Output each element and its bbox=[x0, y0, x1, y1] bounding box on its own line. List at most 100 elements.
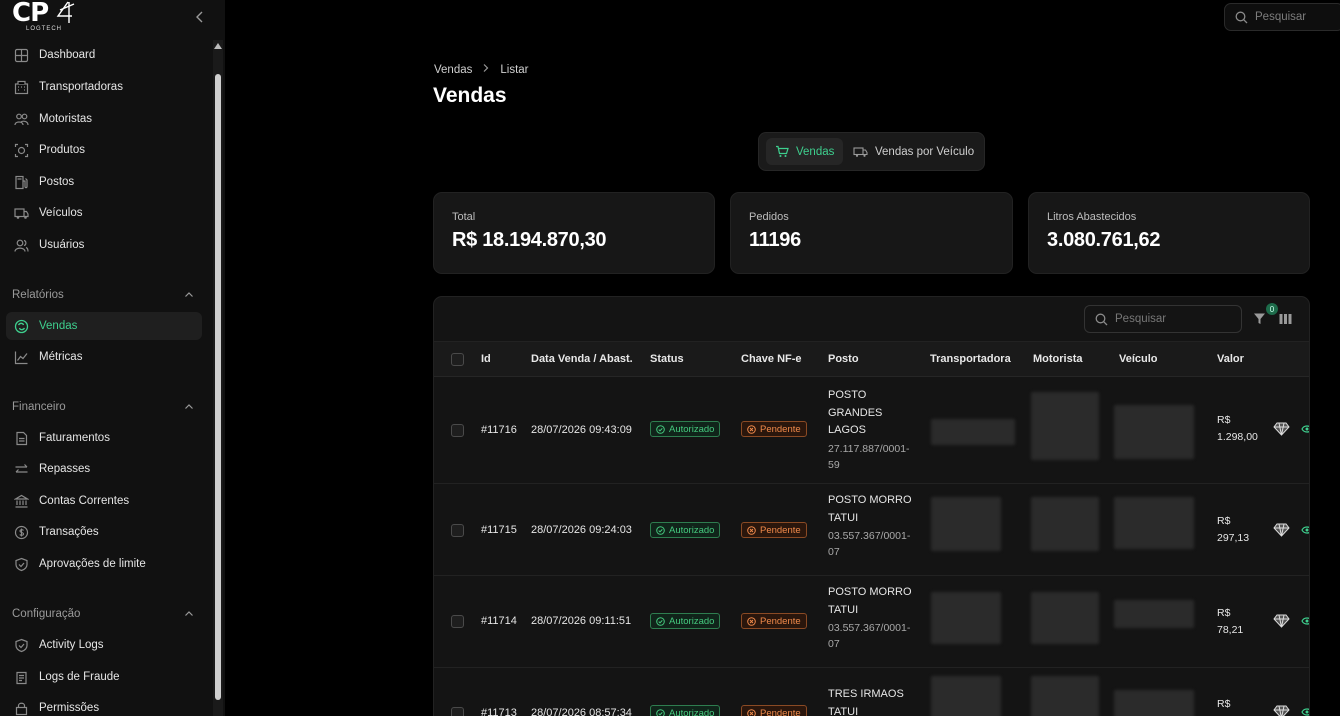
diamond-icon[interactable] bbox=[1273, 422, 1290, 436]
eye-icon[interactable] bbox=[1301, 424, 1310, 434]
column-header[interactable]: Transportadora bbox=[930, 353, 1011, 365]
sidebar-item-postos[interactable]: Postos bbox=[6, 168, 202, 196]
row-checkbox[interactable] bbox=[451, 524, 464, 537]
sidebar-item-motoristas[interactable]: Motoristas bbox=[6, 105, 202, 133]
row-checkbox[interactable] bbox=[451, 615, 464, 628]
tab-label: Vendas por Veículo bbox=[875, 145, 975, 158]
x-circle-icon bbox=[747, 424, 756, 434]
sidebar-item-vendas[interactable]: Vendas bbox=[6, 312, 202, 340]
sale-id: #11714 bbox=[481, 615, 517, 627]
sidebar-item-label: Transações bbox=[39, 526, 99, 538]
sidebar-item-permissoes[interactable]: Permissões bbox=[6, 694, 202, 716]
sidebar-item-metricas[interactable]: Métricas bbox=[6, 343, 202, 371]
redacted-veiculo bbox=[1114, 405, 1194, 459]
sidebar-item-label: Veículos bbox=[39, 207, 83, 219]
sidebar-item-label: Faturamentos bbox=[39, 432, 110, 444]
column-header[interactable]: Chave NF-e bbox=[741, 353, 802, 365]
sidebar-item-contas-correntes[interactable]: Contas Correntes bbox=[6, 487, 202, 515]
column-header[interactable]: Data Venda / Abast. bbox=[531, 353, 633, 365]
column-header[interactable]: Posto bbox=[828, 353, 859, 365]
shield-check-icon bbox=[13, 556, 29, 572]
column-header[interactable]: Veículo bbox=[1119, 353, 1158, 365]
check-circle-icon bbox=[656, 708, 665, 716]
posto-name: POSTO MORRO TATUI bbox=[828, 494, 912, 524]
posto-cell: POSTO MORRO TATUI 03.557.367/0001-07 bbox=[828, 584, 918, 652]
app-logo[interactable]: CP LOGTECH bbox=[12, 0, 82, 36]
redacted-transportadora bbox=[931, 419, 1015, 445]
row-checkbox[interactable] bbox=[451, 707, 464, 716]
transfer-icon bbox=[13, 461, 29, 477]
product-icon bbox=[13, 142, 29, 158]
column-header[interactable]: Valor bbox=[1217, 353, 1244, 365]
table-row[interactable]: #11716 28/07/2026 09:43:09 Autorizado Pe… bbox=[434, 377, 1310, 484]
sidebar-item-label: Dashboard bbox=[39, 49, 96, 61]
table-row[interactable]: #11715 28/07/2026 09:24:03 Autorizado Pe… bbox=[434, 484, 1310, 576]
redacted-motorista bbox=[1031, 592, 1099, 644]
sidebar-item-label: Métricas bbox=[39, 351, 83, 363]
scroll-thumb[interactable] bbox=[215, 74, 221, 700]
table-row[interactable]: #11714 28/07/2026 09:11:51 Autorizado Pe… bbox=[434, 576, 1310, 668]
lock-icon bbox=[13, 700, 29, 716]
chevron-right-icon bbox=[482, 63, 490, 76]
sidebar-item-activity-logs[interactable]: Activity Logs bbox=[6, 631, 202, 659]
column-header[interactable]: Id bbox=[481, 353, 491, 365]
check-circle-icon bbox=[656, 616, 665, 626]
diamond-icon[interactable] bbox=[1273, 614, 1290, 628]
row-checkbox[interactable] bbox=[451, 424, 464, 437]
diamond-icon[interactable] bbox=[1273, 523, 1290, 537]
column-header[interactable]: Status bbox=[650, 353, 684, 365]
sidebar-item-faturamentos[interactable]: Faturamentos bbox=[6, 424, 202, 452]
section-financeiro[interactable]: Financeiro bbox=[12, 399, 194, 415]
status-label: Autorizado bbox=[669, 423, 715, 435]
breadcrumb-root[interactable]: Vendas bbox=[434, 64, 472, 76]
sidebar-item-repasses[interactable]: Repasses bbox=[6, 455, 202, 483]
stat-label: Pedidos bbox=[749, 211, 789, 223]
sale-id: #11716 bbox=[481, 424, 517, 436]
diamond-icon[interactable] bbox=[1273, 705, 1290, 716]
posto-name: POSTO GRANDES LAGOS bbox=[828, 389, 883, 436]
global-search-input[interactable]: Pesquisar bbox=[1224, 3, 1340, 31]
sale-id: #11715 bbox=[481, 524, 517, 536]
sidebar-item-label: Activity Logs bbox=[39, 639, 104, 651]
valor-amount: 78,21 bbox=[1217, 624, 1244, 636]
sidebar-item-usuarios[interactable]: Usuários bbox=[6, 231, 202, 259]
sidebar-item-transacoes[interactable]: Transações bbox=[6, 518, 202, 546]
stat-value: 3.080.761,62 bbox=[1047, 229, 1161, 251]
breadcrumb-current: Listar bbox=[500, 63, 529, 76]
chevron-left-icon bbox=[196, 11, 203, 23]
table-row[interactable]: #11713 28/07/2026 08:57:34 Autorizado Pe… bbox=[434, 668, 1310, 716]
section-configuracao[interactable]: Configuração bbox=[12, 606, 194, 622]
x-circle-icon bbox=[747, 525, 756, 535]
posto-name: TRES IRMAOS TATUI bbox=[828, 688, 904, 716]
sidebar-item-produtos[interactable]: Produtos bbox=[6, 136, 202, 164]
eye-icon[interactable] bbox=[1301, 616, 1310, 626]
sidebar-item-label: Usuários bbox=[39, 239, 85, 251]
column-header[interactable]: Motorista bbox=[1033, 353, 1083, 365]
select-all-checkbox[interactable] bbox=[451, 353, 464, 366]
tab-vendas[interactable]: Vendas bbox=[766, 138, 844, 165]
valor-amount: 1.298,00 bbox=[1217, 431, 1258, 443]
section-relatorios[interactable]: Relatórios bbox=[12, 287, 194, 303]
eye-icon[interactable] bbox=[1301, 525, 1310, 535]
table-search-placeholder: Pesquisar bbox=[1115, 313, 1167, 325]
columns-icon[interactable] bbox=[1279, 313, 1292, 325]
sidebar-item-dashboard[interactable]: Dashboard bbox=[6, 41, 202, 69]
sidebar-item-logs-de-fraude[interactable]: Logs de Fraude bbox=[6, 663, 202, 691]
sidebar-item-aprovacoes-de-limite[interactable]: Aprovações de limite bbox=[6, 550, 202, 578]
redacted-transportadora bbox=[931, 497, 1001, 551]
filter-icon[interactable] bbox=[1253, 312, 1266, 325]
sidebar-scrollbar[interactable] bbox=[213, 40, 223, 716]
redacted-veiculo bbox=[1114, 497, 1194, 549]
sales-icon bbox=[13, 318, 29, 334]
eye-icon[interactable] bbox=[1301, 707, 1310, 716]
sidebar-item-transportadoras[interactable]: Transportadoras bbox=[6, 73, 202, 101]
search-icon bbox=[1095, 313, 1108, 325]
sidebar-item-label: Repasses bbox=[39, 463, 91, 475]
tab-vendas-por-veiculo[interactable]: Vendas por Veículo bbox=[844, 138, 983, 165]
stat-card-pedidos: Pedidos 11196 bbox=[730, 192, 1013, 274]
sidebar-item-veiculos[interactable]: Veículos bbox=[6, 199, 202, 227]
collapse-sidebar-button[interactable] bbox=[193, 9, 207, 25]
scroll-up-arrow-icon[interactable] bbox=[214, 43, 222, 49]
table-search-input[interactable]: Pesquisar bbox=[1084, 305, 1242, 333]
nfe-label: Pendente bbox=[760, 423, 801, 435]
